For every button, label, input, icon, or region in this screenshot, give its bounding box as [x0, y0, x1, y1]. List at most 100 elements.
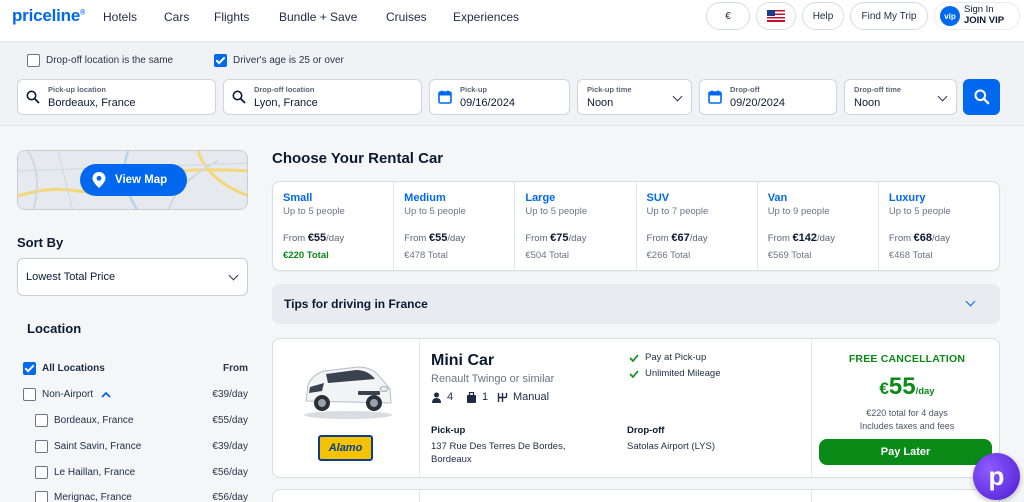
category-total: €220 Total — [283, 250, 329, 261]
nav-cruises[interactable]: Cruises — [386, 10, 427, 24]
category-luxury[interactable]: Luxury Up to 5 people From €68/day €468 … — [879, 182, 999, 270]
luggage-icon — [467, 391, 476, 403]
help-button[interactable]: Help — [802, 2, 844, 30]
car-image — [304, 366, 392, 419]
per-day-label: /day — [568, 233, 587, 244]
checkbox-box[interactable] — [27, 54, 40, 67]
from-label: From — [525, 233, 548, 244]
checkbox-box[interactable] — [35, 414, 48, 427]
checkbox-label: All Locations — [42, 363, 105, 374]
sort-by-heading: Sort By — [17, 235, 64, 250]
car-name: Mini Car — [431, 352, 495, 369]
category-price: From €55/day — [404, 232, 465, 244]
location-checkbox-saint-savin[interactable]: Saint Savin, France — [35, 440, 141, 453]
from-column-label: From — [223, 363, 248, 374]
sort-value: Lowest Total Price — [26, 271, 116, 283]
location-checkbox-le-haillan[interactable]: Le Haillan, France — [35, 466, 135, 479]
price-amount: €142 — [792, 232, 817, 244]
category-van[interactable]: Van Up to 9 people From €142/day €569 To… — [758, 182, 879, 270]
pickup-date-field[interactable]: Pick-up 09/16/2024 — [429, 79, 570, 115]
pickup-address-line: 137 Rue Des Terres De Bordes, — [431, 441, 566, 452]
field-label: Drop-off location — [254, 85, 315, 94]
checkbox-box-checked[interactable] — [214, 54, 227, 67]
chevron-up-icon[interactable] — [101, 391, 111, 398]
chevron-down-icon — [672, 91, 683, 102]
category-name: Luxury — [888, 192, 926, 204]
from-label: From — [888, 233, 912, 244]
per-day-label: /day — [932, 233, 950, 244]
all-locations-checkbox[interactable]: All Locations — [23, 362, 105, 375]
view-map-button[interactable]: View Map — [80, 164, 187, 196]
location-price: €55/day — [212, 415, 248, 426]
checkbox-box[interactable] — [35, 466, 48, 479]
sort-select[interactable]: Lowest Total Price — [17, 258, 248, 296]
checkbox-label: Non-Airport — [42, 389, 94, 400]
signin-label[interactable]: Sign In JOIN VIP — [964, 4, 1004, 26]
alamo-logo: Alamo — [318, 435, 373, 461]
category-price: From €55/day — [283, 232, 344, 244]
driver-age-checkbox[interactable]: Driver's age is 25 or over — [214, 54, 344, 67]
pickup-location-field[interactable]: Pick-up location Bordeaux, France — [17, 79, 216, 115]
nav-cars[interactable]: Cars — [164, 10, 189, 24]
checkbox-box[interactable] — [35, 491, 48, 502]
feature-label: Unlimited Mileage — [645, 368, 721, 379]
checkbox-box[interactable] — [23, 388, 36, 401]
field-value: 09/20/2024 — [730, 97, 786, 109]
check-icon — [629, 353, 639, 362]
checkbox-box[interactable] — [35, 440, 48, 453]
location-price: €56/day — [212, 492, 248, 502]
dropoff-time-select[interactable]: Drop-off time Noon — [844, 79, 957, 115]
car-listing-card[interactable]: Alamo Mini Car Renault Twingo or similar… — [272, 338, 1000, 478]
nav-experiences[interactable]: Experiences — [453, 10, 519, 24]
daily-price: €55/day — [813, 373, 1001, 401]
field-label: Pick-up location — [48, 85, 106, 94]
total-price-line: €220 total for 4 days — [866, 408, 948, 418]
check-icon — [629, 369, 639, 378]
per-day-label: /day — [447, 233, 466, 244]
bags-spec: 1 — [466, 391, 488, 403]
nav-bundle-save[interactable]: Bundle + Save — [279, 10, 357, 24]
checkbox-box-checked[interactable] — [23, 362, 36, 375]
nav-flights[interactable]: Flights — [214, 10, 249, 24]
category-suv[interactable]: SUV Up to 7 people From €67/day €266 Tot… — [637, 182, 758, 270]
from-label: From — [646, 233, 669, 244]
from-label: From — [404, 233, 427, 244]
per-day-label: /day — [816, 233, 835, 244]
top-nav: priceline® Hotels Cars Flights Bundle + … — [0, 0, 1024, 42]
category-large[interactable]: Large Up to 5 people From €75/day €504 T… — [515, 182, 637, 270]
language-selector[interactable] — [756, 2, 796, 30]
category-medium[interactable]: Medium Up to 5 people From €55/day €478 … — [394, 182, 516, 270]
non-airport-checkbox[interactable]: Non-Airport — [23, 388, 111, 401]
gear-shift-icon — [497, 392, 508, 402]
feature-label: Pay at Pick-up — [645, 352, 707, 363]
currency-selector[interactable]: € — [706, 2, 750, 30]
dropoff-location-field[interactable]: Drop-off location Lyon, France — [223, 79, 422, 115]
tips-accordion[interactable]: Tips for driving in France — [272, 284, 1000, 324]
assistant-p-icon: p — [988, 461, 1005, 491]
checkbox-label: Drop-off location is the same — [46, 55, 174, 66]
priceline-logo[interactable]: priceline® — [12, 6, 85, 26]
find-my-trip-button[interactable]: Find My Trip — [850, 2, 928, 30]
category-name: Small — [283, 192, 313, 204]
price-amount: €68 — [913, 232, 933, 244]
next-car-listing-card[interactable] — [272, 489, 1000, 502]
category-capacity: Up to 5 people — [283, 206, 345, 217]
pickup-heading: Pick-up — [431, 425, 466, 436]
location-price: €39/day — [212, 441, 248, 452]
dropoff-same-checkbox[interactable]: Drop-off location is the same — [27, 54, 173, 67]
category-small[interactable]: Small Up to 5 people From €55/day €220 T… — [273, 182, 395, 270]
field-label: Drop-off time — [854, 85, 902, 94]
calendar-icon — [438, 90, 452, 104]
nav-hotels[interactable]: Hotels — [103, 10, 137, 24]
search-button[interactable] — [963, 79, 1000, 115]
non-airport-price: €39/day — [212, 389, 248, 400]
map-preview[interactable]: View Map — [17, 150, 248, 210]
location-checkbox-bordeaux[interactable]: Bordeaux, France — [35, 414, 134, 427]
pickup-time-select[interactable]: Pick-up time Noon — [577, 79, 692, 115]
pay-later-button[interactable]: Pay Later — [819, 439, 992, 465]
dropoff-date-field[interactable]: Drop-off 09/20/2024 — [699, 79, 837, 115]
car-category-selector: Small Up to 5 people From €55/day €220 T… — [272, 181, 1000, 271]
penny-assistant-button[interactable]: p — [973, 453, 1020, 500]
category-price: From €68/day — [889, 232, 950, 244]
location-checkbox-merignac[interactable]: Merignac, France — [35, 491, 132, 502]
